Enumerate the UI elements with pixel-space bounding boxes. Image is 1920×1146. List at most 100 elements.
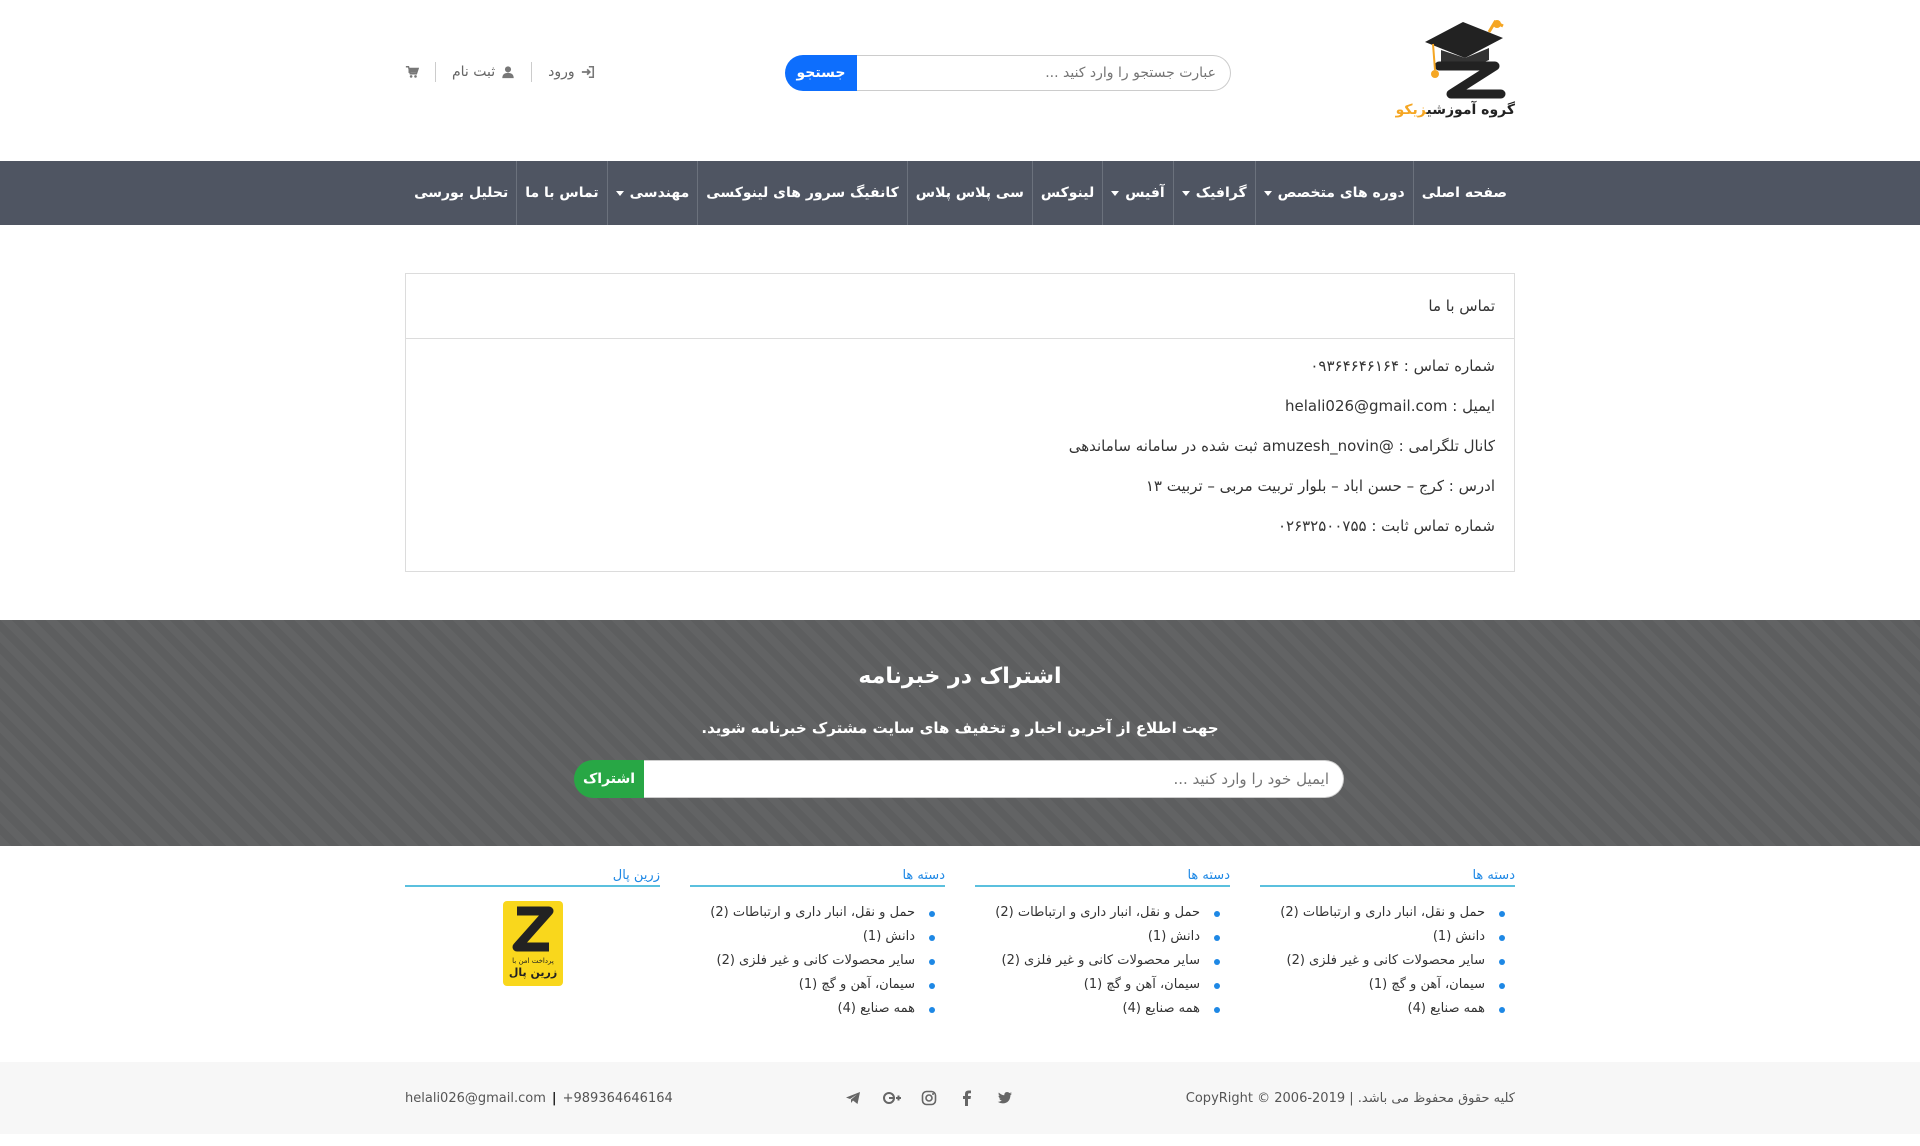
logo-graphic-icon: [1425, 20, 1506, 99]
nav-list: صفحه اصلی دوره های متخصص گرافیک آفیس لینوکس س…: [405, 161, 1515, 225]
nav-item[interactable]: سی پلاس پلاس: [906, 161, 1032, 225]
category-item[interactable]: حمل و نقل، انبار داری و ارتباطات (2): [1260, 901, 1505, 925]
contact-phone: شماره تماس : ۰۹۳۶۴۶۴۶۱۶۴: [1310, 357, 1495, 375]
login-label: ورود: [548, 64, 575, 80]
category-list: حمل و نقل، انبار داری و ارتباطات (2) دان…: [690, 901, 945, 1021]
contact-email: ایمیل : helali026@gmail.com: [1284, 397, 1495, 415]
contact-address: ادرس : کرج – حسن اباد – بلوار تربیت مربی…: [1145, 477, 1495, 495]
categories-widget-1: دسته ها حمل و نقل، انبار داری و ارتباطات…: [1260, 868, 1515, 1046]
cart-icon: [405, 66, 419, 78]
user-links: ثبت نام ورود: [405, 62, 595, 82]
nav-item[interactable]: آفیس: [1102, 161, 1172, 225]
nav-item[interactable]: مهندسی: [606, 161, 698, 225]
category-item[interactable]: سیمان، آهن و گچ (1): [1260, 973, 1505, 997]
contact-card-body: شماره تماس : ۰۹۳۶۴۶۴۶۱۶۴ ایمیل : helali0…: [406, 339, 1514, 571]
zarinpal-logo-icon: پرداخت امن با زرین پال: [508, 906, 557, 979]
register-label: ثبت نام: [452, 64, 496, 80]
login-link[interactable]: ورود: [548, 64, 595, 80]
widget-title: زرین پال: [405, 868, 660, 887]
footer-widgets: دسته ها حمل و نقل، انبار داری و ارتباطات…: [405, 846, 1515, 1046]
category-item[interactable]: دانش (1): [975, 925, 1220, 949]
widget-title: دسته ها: [975, 868, 1230, 887]
nav-item-label: لینوکس: [1040, 185, 1095, 201]
category-item[interactable]: همه صنایع (4): [690, 997, 935, 1021]
widget-title: دسته ها: [690, 868, 945, 887]
caret-down-icon: [615, 190, 624, 196]
twitter-icon[interactable]: [997, 1090, 1013, 1106]
category-list: حمل و نقل، انبار داری و ارتباطات (2) دان…: [975, 901, 1230, 1021]
facebook-icon[interactable]: [959, 1090, 975, 1106]
category-item[interactable]: دانش (1): [1260, 925, 1505, 949]
search-button[interactable]: جستجو: [785, 55, 857, 91]
footer-email[interactable]: helali026@gmail.com: [405, 1091, 546, 1106]
newsletter-subtitle: جهت اطلاع از آخرین اخبار و تخفیف های سای…: [701, 719, 1219, 737]
nav-item[interactable]: کانفیگ سرور های لینوکسی: [697, 161, 906, 225]
contact-card-title: تماس با ما: [406, 274, 1514, 339]
nav-item-label: تحلیل بورسی: [414, 185, 509, 201]
contact-landline: شماره تماس ثابت : ۰۲۶۳۲۵۰۰۷۵۵: [1277, 517, 1495, 535]
search-input[interactable]: [857, 55, 1231, 91]
category-list: حمل و نقل، انبار داری و ارتباطات (2) دان…: [1260, 901, 1515, 1021]
copyright-text: کلیه حقوق محفوظ می باشد. | CopyRight © 2…: [1185, 1090, 1515, 1106]
category-item[interactable]: سیمان، آهن و گچ (1): [975, 973, 1220, 997]
logo-text: گروه آموزشیزیکو: [1396, 102, 1515, 118]
category-item[interactable]: سایر محصولات کانی و غیر فلزی (2): [975, 949, 1220, 973]
nav-item-label: گرافیک: [1195, 185, 1247, 201]
header-search: جستجو: [785, 55, 1231, 91]
logo-text-accent: زیکو: [1395, 102, 1427, 118]
category-item[interactable]: سایر محصولات کانی و غیر فلزی (2): [690, 949, 935, 973]
nav-item-label: دوره های متخصص: [1277, 185, 1405, 201]
categories-widget-2: دسته ها حمل و نقل، انبار داری و ارتباطات…: [975, 868, 1230, 1046]
caret-down-icon: [1181, 190, 1190, 196]
contact-card: تماس با ما شماره تماس : ۰۹۳۶۴۶۴۶۱۶۴ ایمی…: [405, 273, 1515, 572]
user-icon: [502, 66, 514, 79]
nav-item[interactable]: تحلیل بورسی: [406, 161, 516, 225]
caret-down-icon: [1111, 190, 1120, 196]
newsletter-email-input[interactable]: [644, 760, 1344, 798]
telegram-icon[interactable]: [845, 1090, 861, 1106]
nav-item-label: کانفیگ سرور های لینوکسی: [706, 185, 899, 201]
nav-item-label: سی پلاس پلاس: [915, 185, 1024, 201]
category-item[interactable]: حمل و نقل، انبار داری و ارتباطات (2): [975, 901, 1220, 925]
zarinpal-caption: پرداخت امن با: [512, 957, 554, 965]
sign-in-icon: [581, 65, 594, 79]
category-item[interactable]: همه صنایع (4): [975, 997, 1220, 1021]
google-plus-icon[interactable]: [883, 1090, 902, 1106]
category-item[interactable]: حمل و نقل، انبار داری و ارتباطات (2): [690, 901, 935, 925]
zarinpal-widget: زرین پال پرداخت امن با زرین پال: [405, 868, 660, 1046]
newsletter-section: اشتراک در خبرنامه جهت اطلاع از آخرین اخب…: [0, 620, 1920, 846]
divider: [531, 62, 533, 82]
nav-item[interactable]: دوره های متخصص: [1254, 161, 1413, 225]
zarinpal-brand: زرین پال: [508, 966, 556, 979]
footer-contact: helali026@gmail.com | +989364646164: [405, 1091, 673, 1106]
site-logo[interactable]: گروه آموزشیزیکو: [1396, 14, 1515, 124]
social-links: [845, 1090, 1013, 1106]
zarinpal-badge[interactable]: پرداخت امن با زرین پال: [502, 901, 563, 986]
widget-title: دسته ها: [1260, 868, 1515, 887]
instagram-icon[interactable]: [921, 1090, 937, 1106]
nav-item-label: تماس با ما: [525, 185, 599, 201]
footer-phone[interactable]: +989364646164: [563, 1091, 673, 1106]
category-item[interactable]: دانش (1): [690, 925, 935, 949]
nav-item[interactable]: تماس با ما: [516, 161, 606, 225]
newsletter-form: اشتراک: [574, 760, 1344, 798]
category-item[interactable]: همه صنایع (4): [1260, 997, 1505, 1021]
nav-item-label: آفیس: [1125, 185, 1165, 201]
newsletter-title: اشتراک در خبرنامه: [858, 664, 1062, 689]
contact-telegram: کانال تلگرامی : @amuzesh_novin ثبت شده د…: [1068, 437, 1495, 455]
register-link[interactable]: ثبت نام: [452, 64, 515, 80]
logo-text-prefix: گروه آموزشی: [1426, 102, 1515, 118]
category-item[interactable]: سایر محصولات کانی و غیر فلزی (2): [1260, 949, 1505, 973]
categories-widget-3: دسته ها حمل و نقل، انبار داری و ارتباطات…: [690, 868, 945, 1046]
category-item[interactable]: سیمان، آهن و گچ (1): [690, 973, 935, 997]
nav-item-label: صفحه اصلی: [1421, 185, 1507, 201]
cart-link[interactable]: [405, 65, 419, 79]
nav-item[interactable]: لینوکس: [1031, 161, 1102, 225]
main-navbar: صفحه اصلی دوره های متخصص گرافیک آفیس لینوکس س…: [0, 161, 1920, 225]
nav-item[interactable]: گرافیک: [1172, 161, 1255, 225]
newsletter-subscribe-button[interactable]: اشتراک: [574, 760, 644, 798]
nav-item[interactable]: صفحه اصلی: [1412, 161, 1515, 225]
top-header: گروه آموزشیزیکو جستجو ثبت نام ورود: [405, 0, 1515, 161]
divider: [435, 62, 436, 82]
nav-item-label: مهندسی: [629, 185, 690, 201]
